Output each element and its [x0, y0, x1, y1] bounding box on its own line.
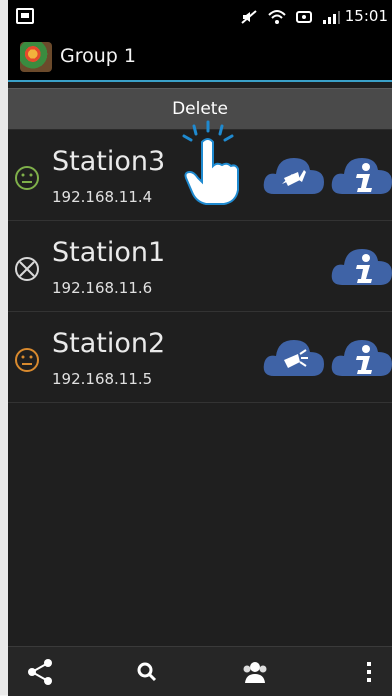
app-title: Group 1	[60, 45, 136, 67]
offline-x-icon	[15, 257, 39, 281]
bottom-nav	[8, 646, 392, 696]
nfc-icon	[296, 11, 312, 23]
wifi-icon	[268, 10, 286, 24]
neutral-face-icon	[15, 348, 39, 372]
info-cloud-button[interactable]	[330, 241, 392, 291]
action-bar: Group 1	[8, 34, 392, 82]
share-icon[interactable]	[26, 657, 56, 687]
station-ip: 192.168.11.5	[52, 370, 153, 388]
overflow-menu-icon[interactable]	[354, 657, 384, 687]
status-icons	[240, 6, 340, 28]
info-cloud-button[interactable]	[330, 332, 392, 382]
status-time: 15:01	[344, 7, 388, 25]
speaker-cloud-button[interactable]	[262, 332, 326, 382]
tap-hand-icon	[182, 120, 239, 205]
delete-label: Delete	[172, 99, 228, 119]
speaker-cloud-button[interactable]	[262, 150, 326, 200]
station-row[interactable]: Station2 192.168.11.5	[8, 312, 392, 403]
mute-icon	[241, 10, 257, 24]
station-ip: 192.168.11.4	[52, 188, 153, 206]
app-logo-icon[interactable]	[20, 42, 52, 72]
group-icon[interactable]	[240, 657, 270, 687]
device-screen: 15:01 Group 1 Delete Station3 192.168.11…	[0, 0, 392, 696]
search-icon[interactable]	[132, 657, 162, 687]
station-name: Station3	[52, 146, 166, 177]
station-row[interactable]: Station1 192.168.11.6	[8, 221, 392, 312]
status-bar: 15:01	[8, 0, 392, 34]
signal-icon	[323, 11, 340, 24]
screen-bezel	[0, 0, 8, 695]
notification-icon	[16, 8, 34, 24]
station-name: Station1	[52, 237, 166, 268]
station-name: Station2	[52, 328, 166, 359]
neutral-face-icon	[15, 166, 39, 190]
info-cloud-button[interactable]	[330, 150, 392, 200]
station-ip: 192.168.11.6	[52, 279, 153, 297]
